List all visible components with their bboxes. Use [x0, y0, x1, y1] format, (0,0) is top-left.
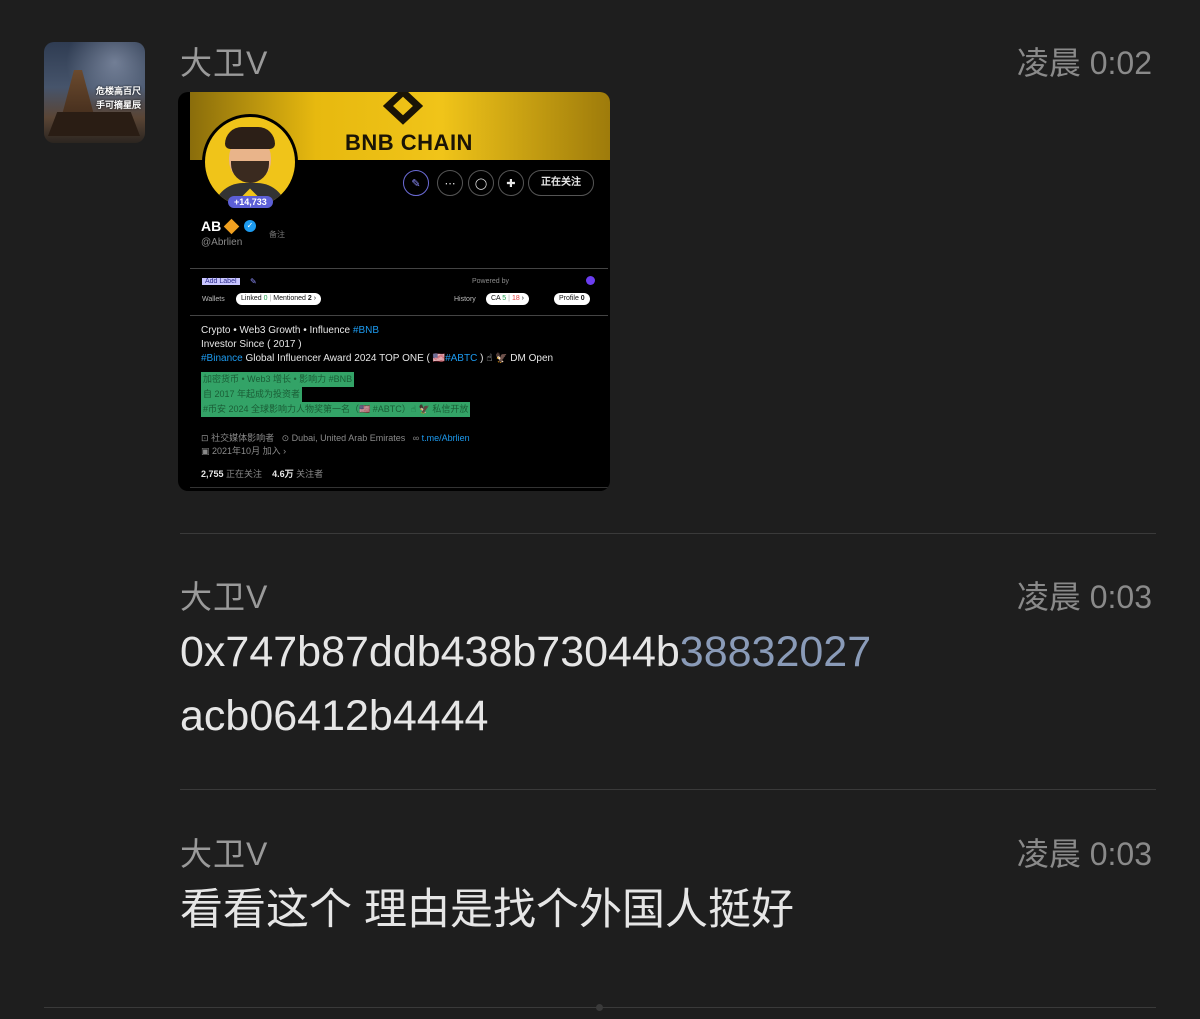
profile-meta: ⊡ 社交媒体影响者 ⊙ Dubai, United Arab Emirates … [201, 433, 470, 456]
history-label: History [454, 296, 476, 303]
profile-handle: @Abrlien [201, 237, 243, 248]
message-sender: 大卫V [180, 579, 269, 615]
extension-panel: Add Label ✎ Powered by Wallets Linked 0 … [190, 268, 608, 316]
followers-stat[interactable]: 4.6万 关注者 [272, 469, 323, 479]
message-divider [180, 789, 1156, 790]
verified-icon: ✓ [244, 220, 256, 232]
powered-by-label: Powered by [472, 278, 509, 285]
avatar-beard [231, 161, 269, 183]
calendar-icon: ▣ [201, 446, 210, 456]
follower-gain-badge: +14,733 [228, 196, 273, 208]
edit-icon[interactable]: ✎ [403, 170, 429, 196]
message-text[interactable]: 0x747b87ddb438b73044b38832027 acb06412b4… [180, 620, 871, 748]
avatar-caption: 危楼高百尺 手可摘星辰 [95, 86, 141, 110]
avatar-roof [48, 112, 140, 136]
message-image[interactable]: BNB CHAIN +14,733 ✎ ⋯ ◯ ✚ 正在关注 AB ✓ 备注 @… [178, 92, 610, 491]
avatar-hair [225, 127, 275, 149]
notification-bell-icon[interactable]: ✚ [498, 170, 524, 196]
link-icon: ∞ [412, 433, 420, 443]
linked-mentioned-pill[interactable]: Linked 0 | Mentioned 2 › [236, 293, 322, 305]
message-time: 凌晨 0:03 [1016, 579, 1152, 615]
profile-pill[interactable]: Profile 0 [554, 293, 590, 305]
message-text[interactable]: 看看这个 理由是找个外国人挺好 [180, 878, 794, 942]
location-icon: ⊙ [281, 433, 290, 443]
more-icon[interactable]: ⋯ [437, 170, 463, 196]
note-label[interactable]: 备注 [269, 229, 285, 240]
profile-name: AB [201, 218, 222, 234]
profile-link[interactable]: t.me/Abrlien [422, 433, 470, 443]
add-label-button[interactable]: Add Label [202, 278, 240, 285]
message-icon[interactable]: ◯ [468, 170, 494, 196]
image-divider [190, 487, 610, 488]
message-sender: 大卫V [180, 45, 269, 81]
profile-stats: 2,755 正在关注 4.6万 关注者 [201, 467, 323, 480]
message-time: 凌晨 0:02 [1016, 45, 1152, 81]
extension-logo-icon [586, 276, 595, 285]
bnb-logo-icon [382, 92, 424, 125]
message-sender: 大卫V [180, 836, 269, 872]
banner-title: BNB CHAIN [345, 130, 473, 155]
diamond-icon [223, 218, 240, 235]
pencil-icon[interactable]: ✎ [250, 277, 257, 286]
following-button[interactable]: 正在关注 [528, 170, 594, 196]
briefcase-icon: ⊡ [201, 433, 209, 443]
message-time: 凌晨 0:03 [1016, 836, 1152, 872]
following-stat[interactable]: 2,755 正在关注 [201, 469, 262, 479]
sender-avatar[interactable]: 危楼高百尺 手可摘星辰 [44, 42, 145, 143]
wallets-label: Wallets [202, 296, 225, 303]
message-divider [180, 533, 1156, 534]
profile-bio: Crypto • Web3 Growth • Influence #BNB In… [201, 325, 554, 364]
scroll-indicator [596, 1004, 603, 1011]
bio-translation: 加密货币 • Web3 增长 • 影响力 #BNB 自 2017 年起成为投资者… [201, 372, 471, 417]
ca-pill[interactable]: CA 5 | 18 › [486, 293, 530, 305]
